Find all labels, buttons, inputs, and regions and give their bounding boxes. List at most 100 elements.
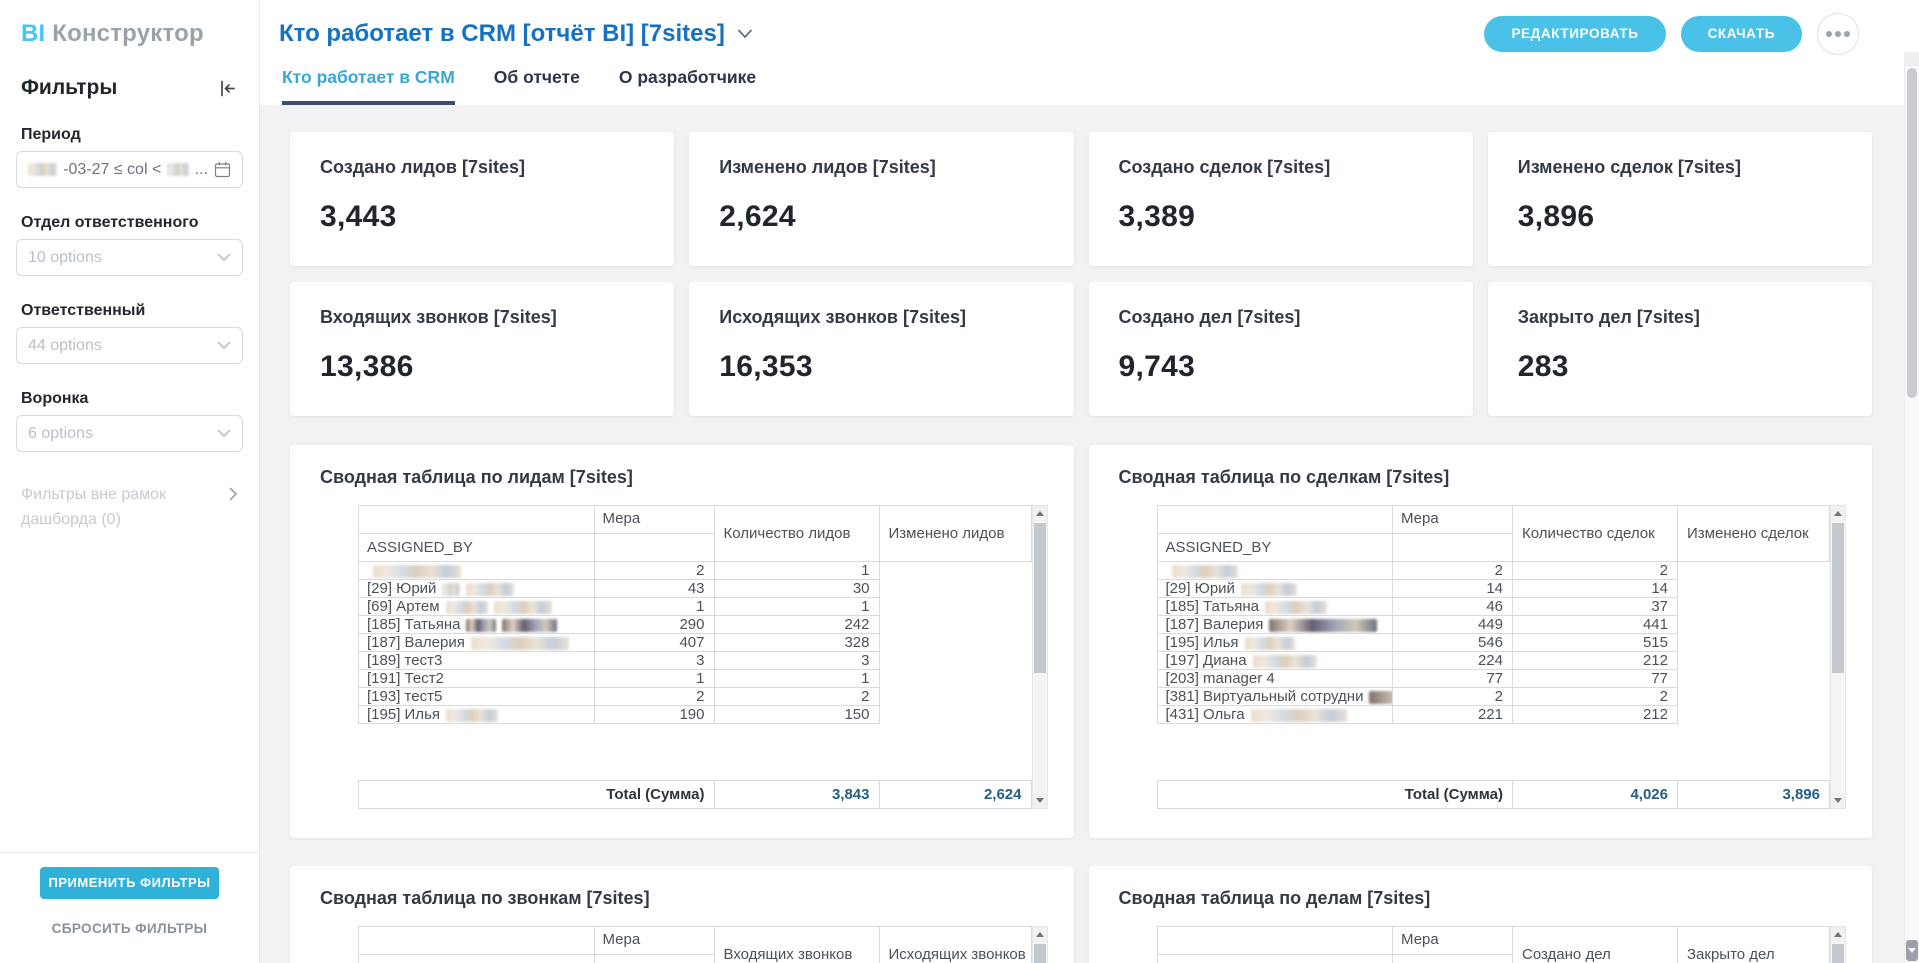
department-select[interactable]: 10 options	[16, 239, 243, 276]
scroll-up-button[interactable]	[1831, 927, 1845, 942]
value-cell[interactable]: 1	[714, 562, 879, 580]
kpi-card: Входящих звонков [7sites] 13,386	[290, 282, 674, 416]
value-cell[interactable]: 242	[714, 616, 879, 634]
value-cell[interactable]: 30	[714, 580, 879, 598]
more-options-button[interactable]	[1817, 13, 1859, 55]
scroll-up-button[interactable]	[1033, 927, 1047, 942]
table-scrollbar-thumb[interactable]	[1034, 944, 1046, 963]
tab-2[interactable]: О разработчике	[619, 67, 756, 105]
value-cell[interactable]: 3	[714, 652, 879, 670]
value-cell[interactable]: 328	[714, 634, 879, 652]
value-cell[interactable]: 190	[594, 706, 714, 724]
table-scrollbar-thumb[interactable]	[1034, 523, 1046, 673]
table-scrollbar[interactable]	[1830, 926, 1846, 963]
funnel-select[interactable]: 6 options	[16, 415, 243, 452]
value-cell[interactable]: 1	[714, 670, 879, 688]
calendar-icon	[214, 161, 231, 178]
value-cell[interactable]: 2	[714, 688, 879, 706]
value-cell[interactable]: 441	[1513, 616, 1678, 634]
table-row: [187] Валерия407328	[359, 634, 1032, 652]
value-cell[interactable]: 2	[1513, 562, 1678, 580]
assignee-select[interactable]: 44 options	[16, 327, 243, 364]
value-cell[interactable]: 2	[1393, 562, 1513, 580]
arrow-down-icon	[1834, 798, 1842, 803]
value-cell[interactable]: 449	[1393, 616, 1513, 634]
download-button[interactable]: СКАЧАТЬ	[1681, 16, 1802, 52]
value-cell[interactable]: 1	[714, 598, 879, 616]
value-column-header: Изменено лидов	[879, 506, 1031, 562]
pivot-table-title: Сводная таблица по лидам [7sites]	[320, 467, 1048, 488]
value-column-header: Количество лидов	[714, 506, 879, 562]
apply-filters-button[interactable]: ПРИМЕНИТЬ ФИЛЬТРЫ	[40, 867, 219, 899]
collapse-sidebar-icon[interactable]	[218, 79, 237, 98]
value-cell[interactable]: 1	[594, 670, 714, 688]
department-select-value: 10 options	[28, 249, 102, 267]
value-cell[interactable]: 407	[594, 634, 714, 652]
value-cell[interactable]: 546	[1393, 634, 1513, 652]
value-cell[interactable]: 515	[1513, 634, 1678, 652]
scroll-down-button[interactable]	[1831, 793, 1845, 808]
table-scrollbar[interactable]	[1032, 926, 1048, 963]
value-cell[interactable]: 2	[1513, 688, 1678, 706]
value-cell[interactable]: 37	[1513, 598, 1678, 616]
value-cell[interactable]: 14	[1393, 580, 1513, 598]
redacted-name	[1269, 619, 1377, 632]
scrollbar-up-zone[interactable]	[1905, 52, 1919, 66]
value-cell[interactable]: 3	[594, 652, 714, 670]
value-cell[interactable]: 290	[594, 616, 714, 634]
corner-empty-cell	[359, 927, 595, 955]
measure-header-cell: Мера	[1393, 927, 1513, 955]
value-cell[interactable]: 224	[1393, 652, 1513, 670]
table-row: [185] Татьяна290242	[359, 616, 1032, 634]
page-scrollbar[interactable]	[1904, 52, 1919, 963]
pivot-table-card: Сводная таблица по лидам [7sites] Мера К…	[290, 445, 1074, 838]
assigned-by-cell: [189] тест3	[359, 652, 595, 670]
tab-1[interactable]: Об отчете	[494, 67, 580, 105]
scroll-up-button[interactable]	[1831, 506, 1845, 521]
pivot-header: Мера Количество лидов Изменено лидов ASS…	[358, 505, 1032, 724]
report-title-chevron-icon[interactable]	[737, 29, 753, 39]
value-cell[interactable]: 77	[1513, 670, 1678, 688]
kpi-card: Изменено лидов [7sites] 2,624	[689, 132, 1073, 266]
value-cell[interactable]: 43	[594, 580, 714, 598]
redacted-name	[1253, 655, 1317, 668]
value-cell[interactable]: 150	[714, 706, 879, 724]
period-date-input[interactable]: -03-27 ≤ col < ...	[16, 151, 243, 188]
value-cell[interactable]: 212	[1513, 706, 1678, 724]
table-scrollbar-thumb[interactable]	[1832, 944, 1844, 963]
kpi-title: Входящих звонков [7sites]	[320, 307, 644, 328]
table-row: [29] Юрий4330	[359, 580, 1032, 598]
pivot-body-scroll-area[interactable]	[358, 724, 1032, 780]
kpi-card: Изменено сделок [7sites] 3,896	[1488, 132, 1872, 266]
value-cell[interactable]: 212	[1513, 652, 1678, 670]
redacted-name	[466, 583, 514, 596]
scroll-down-button[interactable]	[1033, 793, 1047, 808]
value-cell[interactable]: 46	[1393, 598, 1513, 616]
pivot-header: Мера Создано дел Закрыто дел ASSIGNED_BY	[1157, 926, 1831, 963]
reset-filters-button[interactable]: СБРОСИТЬ ФИЛЬТРЫ	[0, 921, 259, 936]
value-cell[interactable]: 2	[1393, 688, 1513, 706]
scroll-down-button[interactable]	[1906, 940, 1918, 961]
pivot-table: Мера Количество лидов Изменено лидов ASS…	[358, 505, 1048, 809]
assigned-by-cell	[1157, 562, 1393, 580]
tab-0[interactable]: Кто работает в CRM	[282, 67, 455, 105]
value-cell[interactable]: 221	[1393, 706, 1513, 724]
table-scrollbar-thumb[interactable]	[1832, 523, 1844, 673]
assigned-by-header-cell: ASSIGNED_BY	[359, 955, 595, 963]
value-cell[interactable]: 14	[1513, 580, 1678, 598]
pivot-body-scroll-area[interactable]	[1157, 724, 1831, 780]
edit-button[interactable]: РЕДАКТИРОВАТЬ	[1484, 16, 1665, 52]
total-value: 3,896	[1678, 781, 1830, 809]
scroll-up-button[interactable]	[1033, 506, 1047, 521]
arrow-down-icon	[1036, 798, 1044, 803]
table-scrollbar[interactable]	[1032, 505, 1048, 809]
value-cell[interactable]: 1	[594, 598, 714, 616]
external-filters-link[interactable]: Фильтры вне рамок дашборда (0)	[21, 483, 238, 533]
table-scrollbar[interactable]	[1830, 505, 1846, 809]
value-cell[interactable]: 77	[1393, 670, 1513, 688]
page-scrollbar-thumb[interactable]	[1907, 68, 1917, 398]
filter-label-assignee: Ответственный	[21, 302, 238, 320]
value-cell[interactable]: 2	[594, 562, 714, 580]
arrow-up-icon	[1834, 511, 1842, 516]
value-cell[interactable]: 2	[594, 688, 714, 706]
